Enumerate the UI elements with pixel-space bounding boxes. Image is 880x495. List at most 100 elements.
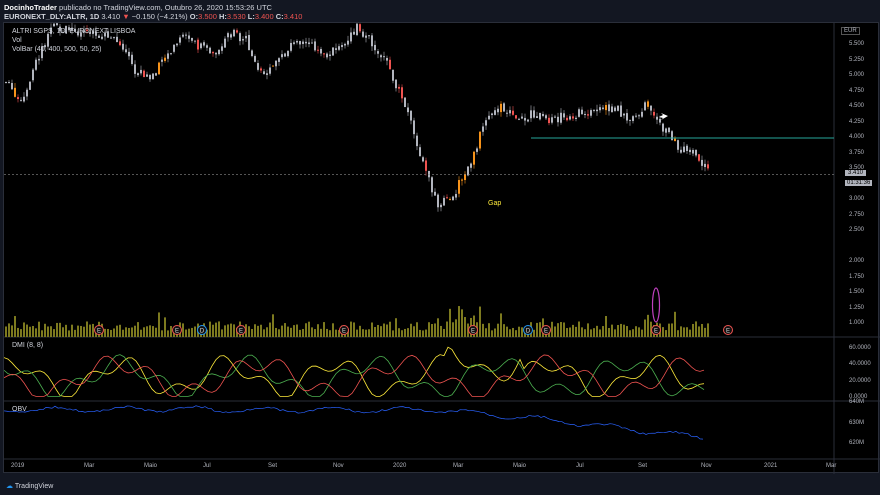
time-tick: 2020 <box>393 463 407 469</box>
candle <box>329 54 331 56</box>
candle <box>509 110 511 114</box>
candle <box>56 23 58 26</box>
volume-bar <box>533 329 535 337</box>
candle <box>179 37 181 43</box>
candle <box>323 53 325 55</box>
volume-bar <box>212 324 214 337</box>
volume-bar <box>326 328 328 337</box>
volume-bar <box>272 314 274 337</box>
candle <box>671 131 673 141</box>
chart-svg[interactable]: EEDEEEDEEE <box>4 23 880 474</box>
candle <box>221 46 223 51</box>
volume-bar <box>287 326 289 337</box>
volume-bar <box>584 329 586 337</box>
time-tick: 2021 <box>764 463 778 469</box>
candle <box>641 111 643 117</box>
currency-button[interactable]: EUR <box>841 27 860 35</box>
volume-bar <box>461 309 463 337</box>
volume-bar <box>275 327 277 337</box>
volume-bar <box>572 324 574 337</box>
volume-bar <box>587 323 589 337</box>
candle <box>263 71 265 75</box>
candle <box>677 140 679 150</box>
candle <box>239 33 241 42</box>
volume-bar <box>362 329 364 337</box>
candle <box>176 43 178 46</box>
volume-bar <box>497 323 499 337</box>
candle <box>20 99 22 101</box>
candle <box>461 179 463 181</box>
chart-canvas[interactable]: E E D E E E D E E E ALTRI SGPS, 1D, EURONEXT LISB… <box>3 22 880 474</box>
candle <box>551 117 553 123</box>
candle <box>644 102 646 111</box>
candle <box>185 34 187 36</box>
candle <box>626 113 628 121</box>
volume-bar <box>626 326 628 337</box>
dmi-tick: 20.0000 <box>849 377 871 384</box>
volume-bar <box>71 324 73 337</box>
volume-bar <box>707 323 709 337</box>
volume-bar <box>254 324 256 337</box>
candle <box>299 41 301 45</box>
volume-bar <box>623 324 625 337</box>
volume-bar <box>503 324 505 337</box>
volume-bar <box>506 326 508 337</box>
candle <box>557 116 559 123</box>
author[interactable]: DocinhoTrader <box>4 3 57 12</box>
volume-bar <box>590 329 592 337</box>
candle <box>170 53 172 55</box>
candle <box>5 82 7 84</box>
volume-bar <box>593 328 595 337</box>
candle <box>119 41 121 46</box>
volume-bar <box>83 326 85 337</box>
candle <box>110 37 112 39</box>
candle <box>236 30 238 33</box>
volume-bar <box>359 325 361 337</box>
volume-bar <box>446 321 448 337</box>
volume-bar <box>365 329 367 337</box>
volume-bar <box>314 329 316 337</box>
candle <box>338 46 340 50</box>
volume-bar <box>557 323 559 337</box>
volume-bar <box>464 317 466 337</box>
tradingview-logo[interactable]: ☁ TradingView <box>6 482 53 490</box>
candle <box>695 149 697 156</box>
candle <box>488 115 490 120</box>
candle <box>278 58 280 62</box>
candle <box>398 86 400 89</box>
volume-bar <box>74 329 76 337</box>
candle <box>311 42 313 44</box>
volume-bar <box>224 325 226 337</box>
volume-bar <box>293 325 295 337</box>
volume-bar <box>608 328 610 337</box>
volume-bar <box>518 326 520 337</box>
time-tick: Maio <box>513 463 527 469</box>
candle <box>191 37 193 41</box>
candle <box>533 110 535 118</box>
candle <box>188 35 190 39</box>
candle <box>521 116 523 119</box>
volume-bar <box>620 323 622 337</box>
volume-bar <box>563 322 565 337</box>
candle <box>161 59 163 62</box>
event-marker-label: E <box>726 329 730 335</box>
candle <box>131 54 133 64</box>
candle <box>569 116 571 120</box>
candle <box>209 47 211 54</box>
candle <box>425 160 427 171</box>
volume-bar <box>191 327 193 337</box>
candle <box>617 105 619 111</box>
candle <box>377 51 379 54</box>
candle <box>686 145 688 151</box>
volume-bar <box>668 323 670 337</box>
candle <box>134 64 136 74</box>
volume-bar <box>410 323 412 337</box>
volume-bar <box>77 325 79 337</box>
event-marker-label: E <box>175 329 179 335</box>
volume-bar <box>569 327 571 337</box>
volume-bar <box>56 322 58 337</box>
candle <box>158 62 160 75</box>
candle <box>419 147 421 157</box>
candle <box>674 138 676 142</box>
candle <box>203 42 205 46</box>
